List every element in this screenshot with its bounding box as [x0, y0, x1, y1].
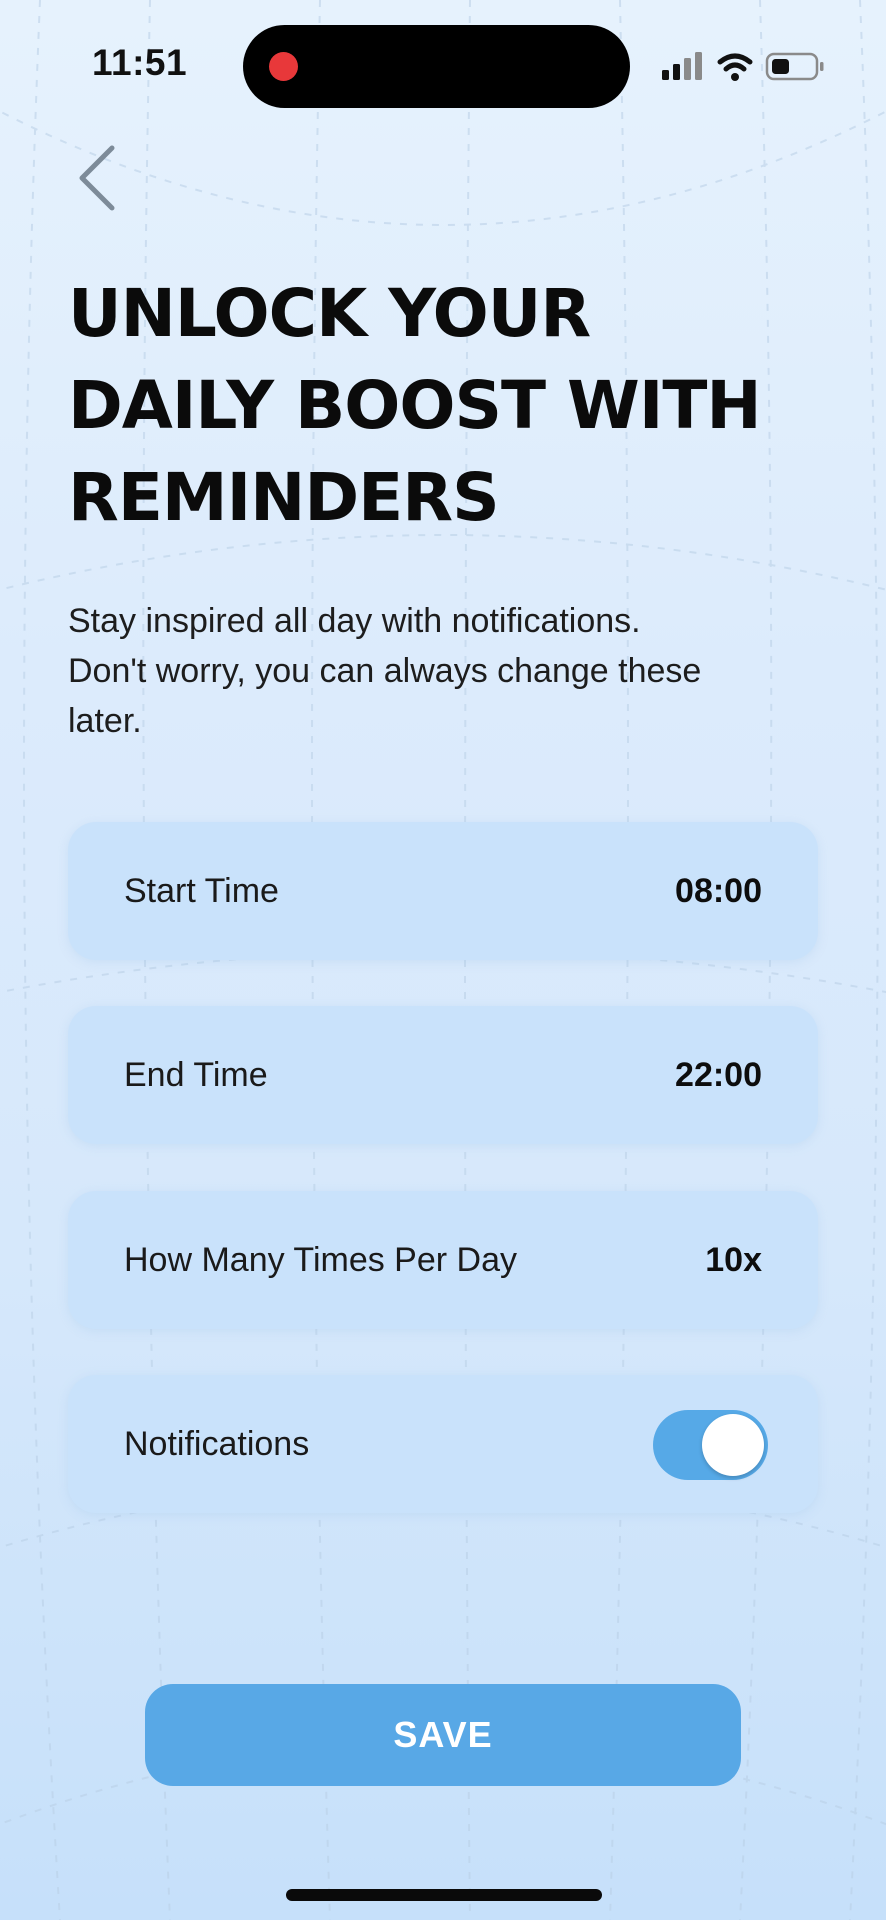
chevron-left-icon — [79, 145, 115, 211]
start-time-label: Start Time — [124, 871, 279, 910]
status-bar: 11:51 — [0, 0, 886, 130]
signal-icon — [662, 52, 702, 80]
status-icons — [662, 52, 824, 81]
start-time-value: 08:00 — [675, 871, 762, 910]
end-time-row[interactable]: End Time 22:00 — [68, 1006, 818, 1144]
title-line-2: DAILY BOOST WITH — [68, 367, 762, 444]
status-time: 11:51 — [92, 42, 188, 83]
frequency-value: 10x — [705, 1240, 762, 1279]
title-line-3: REMINDERS — [68, 459, 500, 536]
dynamic-island — [243, 25, 630, 108]
wifi-icon — [717, 53, 753, 81]
frequency-row[interactable]: How Many Times Per Day 10x — [68, 1191, 818, 1329]
start-time-row[interactable]: Start Time 08:00 — [68, 822, 818, 960]
notifications-label: Notifications — [124, 1424, 310, 1463]
notifications-row: Notifications — [68, 1375, 818, 1513]
battery-icon — [765, 52, 824, 81]
save-button[interactable]: SAVE — [145, 1684, 741, 1786]
end-time-label: End Time — [124, 1055, 268, 1094]
recording-indicator — [269, 52, 298, 81]
page-subtitle: Stay inspired all day with notifications… — [68, 602, 702, 740]
toggle-knob — [702, 1414, 764, 1476]
page-title: UNLOCK YOUR DAILY BOOST WITH REMINDERS — [68, 268, 848, 544]
home-indicator — [286, 1889, 602, 1901]
end-time-value: 22:00 — [675, 1055, 762, 1094]
notifications-toggle[interactable] — [653, 1410, 768, 1480]
back-button[interactable] — [70, 140, 126, 216]
title-line-1: UNLOCK YOUR — [68, 275, 591, 352]
frequency-label: How Many Times Per Day — [124, 1240, 517, 1279]
